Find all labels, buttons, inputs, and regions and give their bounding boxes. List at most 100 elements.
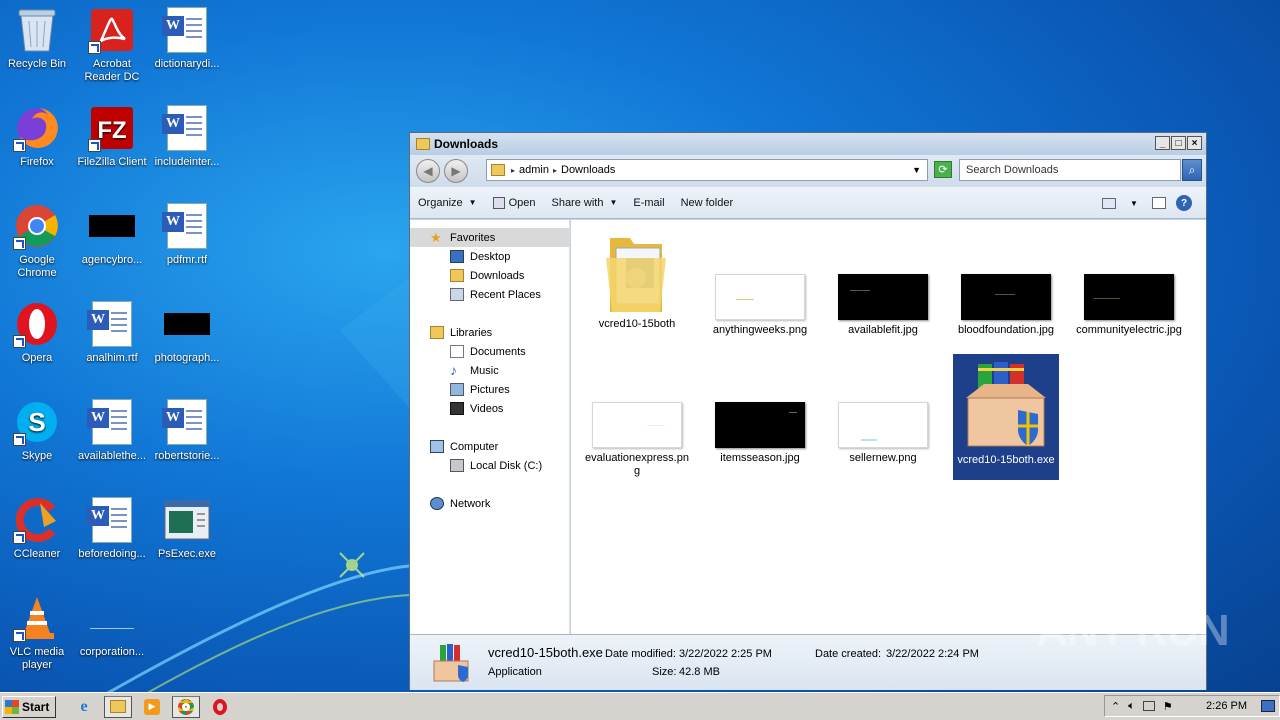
word-document-icon: W [162, 6, 211, 54]
nav-label: Local Disk (C:) [470, 459, 543, 472]
desktop-icon-label: CCleaner [13, 548, 61, 560]
taskbar-ie-button[interactable]: e [70, 696, 98, 718]
installer-package-icon [958, 358, 1054, 450]
file-name: vcred10-15both [598, 318, 676, 330]
nav-downloads[interactable]: Downloads [410, 266, 569, 285]
image-thumbnail-icon [592, 402, 682, 448]
desktop-icon-ccleaner[interactable]: CCleaner [0, 496, 74, 586]
volume-icon[interactable]: 🔈︎ [1128, 700, 1135, 713]
desktop-icon-agencybro[interactable]: agencybro... [75, 202, 149, 292]
recycle-bin-icon [13, 6, 61, 54]
desktop-icon-skype[interactable]: S Skype [0, 398, 74, 488]
chevron-down-icon[interactable]: ▼ [912, 165, 921, 175]
file-item[interactable]: itemsseason.jpg [707, 402, 813, 465]
search-input[interactable]: Search Downloads [959, 159, 1181, 181]
desktop-icon-psexec[interactable]: PsExec.exe [150, 496, 224, 586]
desktop-icon-opera[interactable]: Opera [0, 300, 74, 390]
organize-button[interactable]: Organize ▼ [418, 197, 477, 209]
email-button[interactable]: E-mail [633, 197, 664, 209]
file-item-selected[interactable]: vcred10-15both.exe [953, 354, 1059, 480]
nav-favorites[interactable]: ★ Favorites [410, 228, 569, 247]
desktop-icon-pdfmr[interactable]: W pdfmr.rtf [150, 202, 224, 292]
view-options-icon[interactable] [1102, 197, 1116, 209]
desktop-icon-recycle-bin[interactable]: Recycle Bin [0, 6, 74, 96]
nav-recent-places[interactable]: Recent Places [410, 285, 569, 304]
nav-label: Favorites [450, 231, 496, 244]
action-center-flag-icon[interactable]: ⚑ [1163, 700, 1173, 713]
new-folder-button[interactable]: New folder [681, 197, 734, 209]
desktop-icon-beforedoing[interactable]: W beforedoing... [75, 496, 149, 586]
show-hidden-icons-icon[interactable]: ⌃ [1111, 700, 1120, 713]
desktop-icon-acrobat[interactable]: Acrobat Reader DC [75, 6, 149, 96]
desktop-icon-vlc[interactable]: VLC media player [0, 594, 74, 684]
file-item[interactable]: sellernew.png [830, 402, 936, 465]
taskbar-opera-button[interactable] [206, 696, 234, 718]
nav-music[interactable]: ♪ Music [410, 361, 569, 380]
file-item[interactable]: anythingweeks.png [707, 274, 813, 337]
size-label: Size: [652, 666, 677, 678]
desktop-icon-includeinter[interactable]: W includeinter... [150, 104, 224, 194]
minimize-button[interactable]: _ [1155, 136, 1170, 150]
desktop-icon-robertstorie[interactable]: W robertstorie... [150, 398, 224, 488]
file-item[interactable]: evaluationexpress.png [584, 402, 690, 478]
help-icon[interactable]: ? [1176, 195, 1192, 211]
nav-desktop[interactable]: Desktop [410, 247, 569, 266]
desktop-icon-dictionarydi[interactable]: W dictionarydi... [150, 6, 224, 96]
desktop-icon-label: corporation... [79, 646, 145, 658]
desktop-icon-corporation[interactable]: corporation... [75, 594, 149, 684]
desktop-icon-firefox[interactable]: Firefox [0, 104, 74, 194]
share-with-button[interactable]: Share with ▼ [551, 197, 617, 209]
open-button[interactable]: Open [492, 196, 535, 209]
organize-label: Organize [418, 196, 463, 209]
shortcut-arrow-icon [13, 335, 26, 348]
taskbar-media-player-button[interactable]: ▶ [138, 696, 166, 718]
show-desktop-button[interactable] [1261, 700, 1275, 712]
nav-label: Pictures [470, 383, 510, 396]
desktop-icon-label: VLC media player [9, 646, 65, 671]
desktop-icon-google-chrome[interactable]: Google Chrome [0, 202, 74, 292]
shortcut-arrow-icon [13, 433, 26, 446]
clock[interactable]: 2:26 PM [1206, 700, 1247, 712]
chevron-down-icon[interactable]: ▼ [1126, 195, 1142, 211]
chevron-down-icon: ▼ [609, 198, 618, 207]
shortcut-arrow-icon [88, 41, 101, 54]
nav-documents[interactable]: Documents [410, 342, 569, 361]
file-item[interactable]: availablefit.jpg [830, 274, 936, 337]
nav-videos[interactable]: Videos [410, 399, 569, 418]
desktop-icon-filezilla[interactable]: FZ FileZilla Client [75, 104, 149, 194]
forward-button[interactable]: ▶ [444, 159, 468, 183]
desktop-icon-photograph[interactable]: photograph... [150, 300, 224, 390]
desktop-icon-label: analhim.rtf [86, 352, 138, 364]
taskbar-explorer-button[interactable] [104, 695, 132, 718]
nav-computer[interactable]: Computer [410, 437, 569, 456]
window-titlebar[interactable]: Downloads _ □ × [410, 133, 1206, 155]
desktop-icon-availablethe[interactable]: W availablethe... [75, 398, 149, 488]
file-item[interactable]: bloodfoundation.jpg [953, 274, 1059, 337]
image-thumbnail-icon [88, 594, 136, 642]
navigation-pane: ★ Favorites Desktop Downloads Recent Pla… [410, 220, 570, 634]
refresh-button[interactable]: ⟳ [934, 161, 952, 178]
preview-pane-icon[interactable] [1152, 197, 1166, 209]
address-row: ◀ ▶ ▸ admin ▸ Downloads ▼ ⟳ Search Downl… [410, 155, 1206, 187]
desktop-icon-label: Recycle Bin [7, 58, 67, 70]
nav-pictures[interactable]: Pictures [410, 380, 569, 399]
file-list: vcred10-15both anythingweeks.png availab… [570, 220, 1206, 634]
breadcrumb-admin[interactable]: admin [519, 164, 549, 176]
search-button[interactable]: ⌕ [1182, 159, 1202, 181]
breadcrumb-downloads[interactable]: Downloads [561, 164, 615, 176]
back-button[interactable]: ◀ [416, 159, 440, 183]
file-name: sellernew.png [849, 452, 917, 464]
maximize-button[interactable]: □ [1171, 136, 1186, 150]
network-status-icon[interactable] [1142, 701, 1155, 711]
close-button[interactable]: × [1187, 136, 1202, 150]
taskbar-chrome-button[interactable] [172, 695, 200, 718]
nav-local-disk[interactable]: Local Disk (C:) [410, 456, 569, 475]
new-folder-label: New folder [680, 196, 734, 209]
desktop-icon-analhim[interactable]: W analhim.rtf [75, 300, 149, 390]
address-bar[interactable]: ▸ admin ▸ Downloads ▼ [486, 159, 928, 181]
nav-libraries[interactable]: Libraries [410, 323, 569, 342]
file-item-folder[interactable]: vcred10-15both [584, 228, 690, 331]
start-button[interactable]: Start [2, 695, 56, 718]
file-item[interactable]: communityelectric.jpg [1076, 274, 1182, 337]
nav-network[interactable]: Network [410, 494, 569, 513]
